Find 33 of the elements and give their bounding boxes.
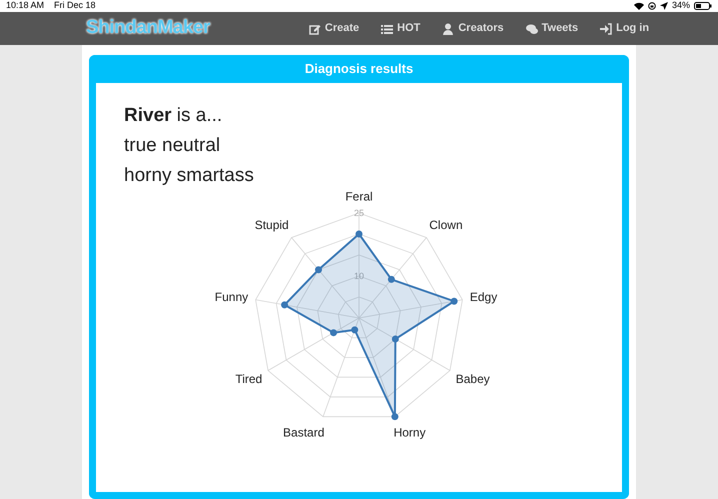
wifi-icon: [634, 2, 644, 10]
status-time: 10:18 AM: [6, 0, 44, 12]
edit-icon: [308, 22, 321, 34]
axis-label: Feral: [345, 189, 373, 204]
nav-link[interactable]: Tweets: [526, 20, 578, 37]
axis-label: Stupid: [254, 218, 289, 232]
axis-label: Tired: [235, 372, 262, 386]
list-icon: [381, 22, 394, 34]
nav-link[interactable]: Log in: [600, 20, 650, 37]
nav-link[interactable]: Creators: [442, 20, 504, 37]
site-logo[interactable]: ShindanMaker: [86, 14, 210, 43]
result-text: true neutral: [124, 134, 220, 158]
result-text: River is a...: [124, 104, 222, 128]
location-icon: [660, 2, 668, 10]
nav-link[interactable]: HOT: [381, 20, 420, 37]
axis-label: Edgy: [470, 290, 498, 304]
card-title: Diagnosis results: [89, 55, 629, 83]
nav-link[interactable]: Create: [308, 20, 360, 37]
axis-label: Babey: [456, 372, 490, 386]
lock-icon: [648, 2, 656, 10]
battery-icon: [694, 2, 712, 10]
axis-label: Funny: [214, 290, 248, 304]
tick-label: 10: [354, 271, 364, 281]
status-date: Fri Dec 18: [54, 0, 96, 12]
tick-label: 25: [354, 208, 364, 218]
axis-label: Horny: [394, 425, 426, 440]
chat-bubbles-icon: [526, 22, 538, 34]
result-text: horny smartass: [124, 164, 254, 188]
battery-percent: 34%: [672, 0, 690, 12]
axis-label: Clown: [429, 218, 463, 232]
user-icon: [442, 22, 454, 34]
axis-label: Bastard: [283, 425, 324, 440]
login-icon: [600, 22, 612, 34]
